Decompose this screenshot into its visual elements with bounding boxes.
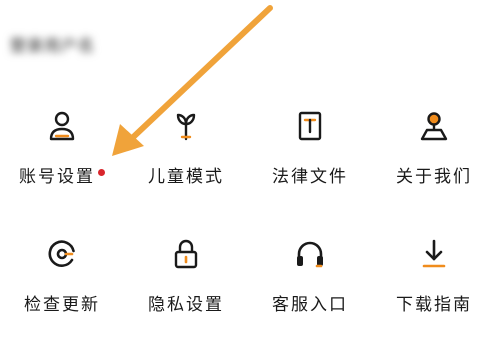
- menu-item-download-guide[interactable]: 下载指南: [372, 236, 496, 364]
- notification-dot: [98, 169, 105, 176]
- refresh-icon: [44, 236, 80, 272]
- sprout-icon: [168, 108, 204, 144]
- menu-item-label: 关于我们: [396, 167, 472, 187]
- menu-item-label: 下载指南: [396, 295, 472, 315]
- headphones-icon: [292, 236, 328, 272]
- menu-item-label: 检查更新: [24, 295, 100, 315]
- profile-name: 登录用户名: [10, 36, 96, 55]
- menu-item-account-settings[interactable]: 账号设置: [0, 108, 124, 236]
- menu-item-label: 隐私设置: [148, 295, 224, 315]
- menu-item-label: 账号设置: [19, 162, 105, 187]
- menu-item-legal-documents[interactable]: 法律文件: [248, 108, 372, 236]
- lock-icon: [168, 236, 204, 272]
- person-icon: [44, 108, 80, 144]
- menu-item-about-us[interactable]: 关于我们: [372, 108, 496, 236]
- menu-item-privacy-settings[interactable]: 隐私设置: [124, 236, 248, 364]
- menu-item-kids-mode[interactable]: 儿童模式: [124, 108, 248, 236]
- settings-menu-grid: 账号设置 儿童模式 法律文件 关于我们 检查更新 隐私设置 客服入口 下载指南: [0, 108, 496, 364]
- menu-item-label: 客服入口: [272, 295, 348, 315]
- download-icon: [416, 236, 452, 272]
- location-pin-icon: [416, 108, 452, 144]
- menu-item-label: 儿童模式: [148, 167, 224, 187]
- menu-item-label: 法律文件: [272, 167, 348, 187]
- menu-item-customer-service[interactable]: 客服入口: [248, 236, 372, 364]
- document-icon: [292, 108, 328, 144]
- menu-item-check-update[interactable]: 检查更新: [0, 236, 124, 364]
